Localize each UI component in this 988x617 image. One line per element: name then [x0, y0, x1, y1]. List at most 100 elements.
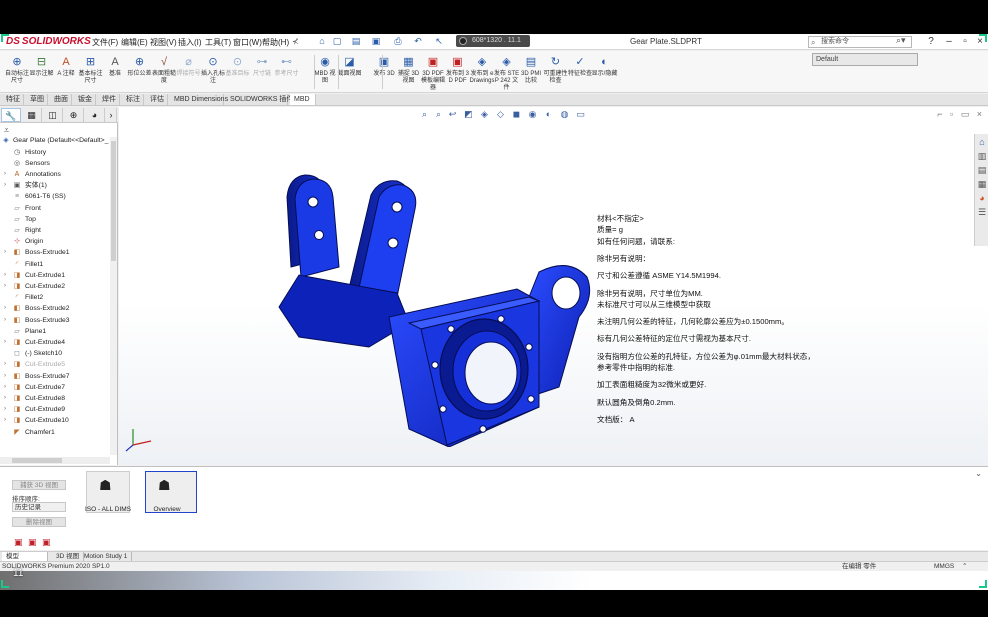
- ribbon-gtol-button[interactable]: ⊕ 形位公差: [127, 53, 153, 91]
- expand-arrow-icon[interactable]: ›: [4, 359, 6, 370]
- command-tab-0[interactable]: 特征: [2, 94, 24, 105]
- tree-horizontal-scrollbar[interactable]: [0, 457, 110, 464]
- file-explorer-icon[interactable]: ▤: [976, 164, 988, 176]
- command-tab-1[interactable]: 草图: [26, 94, 48, 105]
- design-library-icon[interactable]: ▥: [976, 150, 988, 162]
- minimize-button[interactable]: –: [942, 35, 956, 48]
- command-tab-3[interactable]: 钣金: [74, 94, 96, 105]
- menu-insert[interactable]: 插入(I): [178, 37, 202, 48]
- feature-tree-item[interactable]: ◻ (-) Sketch10: [0, 348, 110, 359]
- step-export-icon[interactable]: ▣: [42, 537, 51, 548]
- feature-tree-item[interactable]: › ◨ Cut-Extrude5: [0, 359, 110, 370]
- feature-tree-item[interactable]: ◷ History: [0, 147, 110, 158]
- gear-plate-model[interactable]: [239, 147, 619, 447]
- ribbon-capture-button[interactable]: ▦ 捕捉 3D 视图: [396, 53, 422, 91]
- feature-tree-item[interactable]: ◜ Fillet1: [0, 259, 110, 270]
- feature-tree-item[interactable]: › ◨ Cut-Extrude2: [0, 281, 110, 292]
- view-settings-icon[interactable]: ▭: [575, 109, 586, 120]
- feature-tree-item[interactable]: › A Annotations: [0, 169, 110, 180]
- menu-file[interactable]: 文件(F): [92, 37, 118, 48]
- feature-tree-item[interactable]: › ◧ Boss-Extrude3: [0, 315, 110, 326]
- expand-arrow-icon[interactable]: ›: [4, 247, 6, 258]
- viewport-close-icon[interactable]: ×: [977, 109, 982, 119]
- feature-tree-item[interactable]: › ◨ Cut-Extrude8: [0, 393, 110, 404]
- viewport-maximize-icon[interactable]: ▭: [961, 109, 970, 119]
- feature-tree-item[interactable]: ≡ 6061-T6 (SS): [0, 191, 110, 202]
- configuration-dropdown[interactable]: Default: [812, 53, 918, 66]
- property-manager-tab-icon[interactable]: ▦: [22, 108, 42, 122]
- sort-order-dropdown[interactable]: 历史记录: [12, 502, 66, 512]
- ribbon-pmi-compare-button[interactable]: ▤ 3D PMI 比较: [518, 53, 544, 91]
- section-view-icon[interactable]: ◩: [463, 109, 474, 120]
- ribbon-datum-target-button[interactable]: ⊙ 基准目标: [225, 53, 251, 91]
- command-tab-9[interactable]: MBD: [290, 94, 316, 105]
- feature-tree-root[interactable]: ◈ Gear Plate (Default<<Default>_: [0, 135, 110, 146]
- ribbon-mbd-view-button[interactable]: ◉ MBD 视图: [312, 53, 338, 91]
- feature-tree-item[interactable]: ▱ Plane1: [0, 326, 110, 337]
- feature-tree-item[interactable]: › ◨ Cut-Extrude4: [0, 337, 110, 348]
- ribbon-basic-dim-button[interactable]: ⊞ 基本标注尺寸: [78, 53, 104, 91]
- feature-tree-item[interactable]: › ◨ Cut-Extrude1: [0, 270, 110, 281]
- command-tab-5[interactable]: 标注: [122, 94, 144, 105]
- capture-view-button[interactable]: 捕获 3D 视图: [12, 480, 66, 490]
- search-dropdown-icon[interactable]: ⌕▾: [896, 35, 906, 46]
- ribbon-datum-button[interactable]: A 基准: [102, 53, 128, 91]
- ribbon-dim-chain-button[interactable]: ⊶ 尺寸链: [249, 53, 275, 91]
- ribbon-pdf-template-button[interactable]: ▣ 3D PDF 模板编辑器: [420, 53, 446, 91]
- ribbon-weld-button[interactable]: ⌀ 焊接符号: [176, 53, 202, 91]
- zoom-fit-icon[interactable]: ⌕: [419, 109, 430, 120]
- ribbon-feature-check-button[interactable]: ✓ 特征检查: [567, 53, 593, 91]
- expand-arrow-icon[interactable]: ›: [4, 180, 6, 191]
- view-palette-icon[interactable]: ▦: [976, 178, 988, 190]
- feature-tree-item[interactable]: › ◨ Cut-Extrude7: [0, 382, 110, 393]
- pin-icon[interactable]: ⊀: [292, 37, 299, 46]
- expand-arrow-icon[interactable]: ›: [4, 303, 6, 314]
- ribbon-show-hide-button[interactable]: ◐ 显示/隐藏: [592, 53, 618, 91]
- feature-tree-item[interactable]: ▱ Top: [0, 214, 110, 225]
- menu-tools[interactable]: 工具(T): [205, 37, 231, 48]
- appearances-icon[interactable]: ◕: [976, 192, 988, 204]
- expand-arrow-icon[interactable]: ›: [4, 169, 6, 180]
- viewport-minimize-icon[interactable]: ⌐: [937, 109, 942, 119]
- tree-vertical-scrollbar[interactable]: [110, 137, 117, 455]
- view-thumbnail-1[interactable]: ☗ Overview: [145, 471, 197, 513]
- panel-tabs-more-icon[interactable]: ›: [106, 108, 117, 122]
- view-orientation-icon[interactable]: ◇: [495, 109, 506, 120]
- ribbon-surface-finish-button[interactable]: √ 表面粗糙度: [151, 53, 177, 91]
- open-document-icon[interactable]: ▤: [350, 36, 362, 47]
- ribbon-annotation-button[interactable]: ⊟ 显示注解: [29, 53, 55, 91]
- command-tab-8[interactable]: SOLIDWORKS 插件: [226, 94, 293, 105]
- feature-tree-item[interactable]: › ◧ Boss-Extrude7: [0, 371, 110, 382]
- edrawings-export-icon[interactable]: ▣: [28, 537, 37, 548]
- feature-tree-item[interactable]: › ◧ Boss-Extrude1: [0, 247, 110, 258]
- feature-tree-item[interactable]: › ◧ Boss-Extrude2: [0, 303, 110, 314]
- display-manager-tab-icon[interactable]: ◕: [85, 108, 105, 122]
- menu-window[interactable]: 窗口(W): [233, 37, 262, 48]
- feature-tree-item[interactable]: ◤ Chamfer1: [0, 427, 110, 438]
- expand-arrow-icon[interactable]: ›: [4, 393, 6, 404]
- ribbon-hole-callout-button[interactable]: ⊙ 插入孔标注: [200, 53, 226, 91]
- delete-view-button[interactable]: 删除视图: [12, 517, 66, 527]
- expand-arrow-icon[interactable]: ›: [4, 337, 6, 348]
- ribbon-pdf-button[interactable]: ▣ 发布到 3D PDF: [445, 53, 471, 91]
- feature-manager-tab-icon[interactable]: 🔧: [1, 108, 21, 122]
- select-icon[interactable]: ↖: [433, 36, 445, 47]
- help-icon[interactable]: ?: [924, 35, 938, 48]
- feature-tree-item[interactable]: ⊹ Origin: [0, 236, 110, 247]
- display-style-icon[interactable]: ◼: [511, 109, 522, 120]
- collapse-chevron-icon[interactable]: ⌄: [975, 469, 982, 478]
- new-document-icon[interactable]: ▢: [331, 36, 343, 47]
- print-icon[interactable]: ⎙: [392, 36, 404, 47]
- command-tab-4[interactable]: 焊件: [98, 94, 120, 105]
- menu-view[interactable]: 视图(V): [150, 37, 177, 48]
- command-tab-2[interactable]: 曲面: [50, 94, 72, 105]
- ribbon-edrawings-button[interactable]: ◈ 发布到 eDrawings: [469, 53, 495, 91]
- viewport-restore-icon[interactable]: ▫: [950, 109, 953, 119]
- feature-tree-item[interactable]: ▱ Right: [0, 225, 110, 236]
- solidworks-resources-icon[interactable]: ⌂: [976, 136, 988, 148]
- ribbon-note-button[interactable]: A A 注释: [53, 53, 79, 91]
- feature-tree-item[interactable]: ▱ Front: [0, 203, 110, 214]
- pdf-export-icon[interactable]: ▣: [14, 537, 23, 548]
- expand-arrow-icon[interactable]: ›: [4, 371, 6, 382]
- home-icon[interactable]: ⌂: [316, 36, 328, 47]
